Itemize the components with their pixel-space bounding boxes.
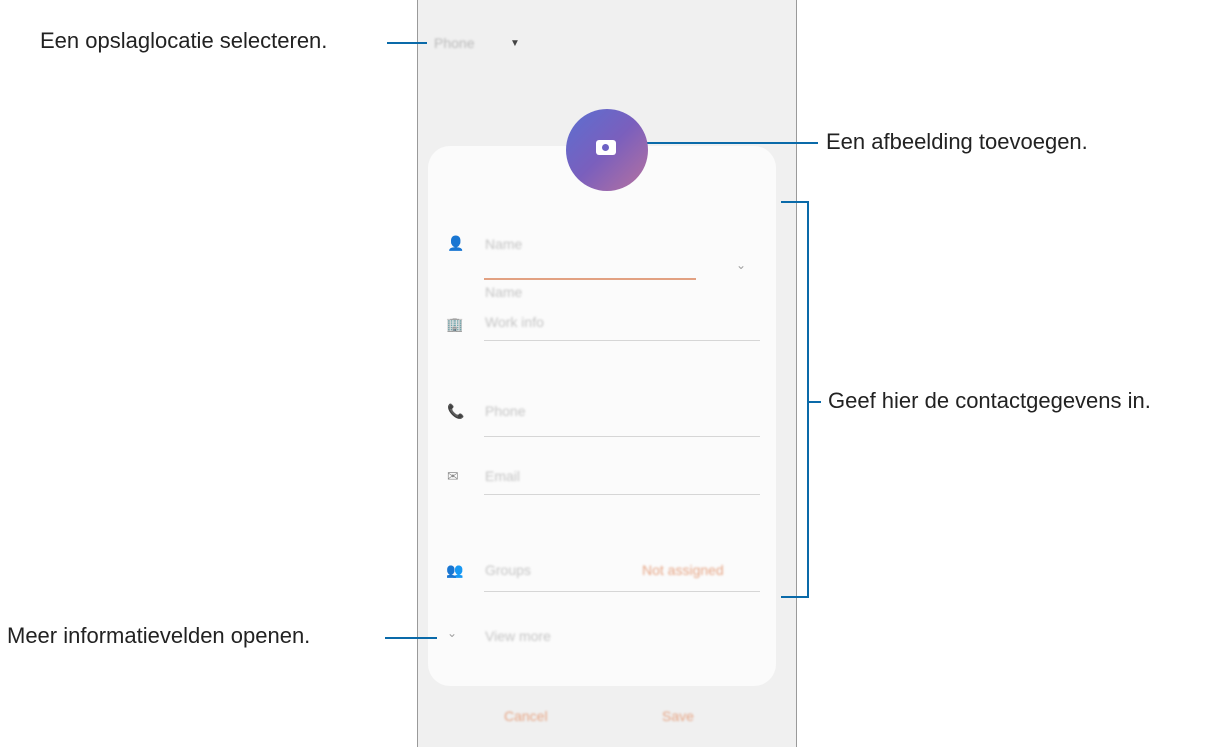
contact-form-card bbox=[428, 146, 776, 686]
phone-underline bbox=[484, 436, 760, 437]
camera-icon bbox=[596, 140, 616, 155]
name-section-label: Name bbox=[485, 236, 523, 252]
chevron-down-icon[interactable]: ▼ bbox=[510, 38, 520, 49]
storage-location-dropdown[interactable]: Phone bbox=[434, 35, 474, 51]
work-info-underline bbox=[484, 340, 760, 341]
callout-line-image bbox=[645, 142, 818, 144]
expand-name-chevron-icon[interactable]: ⌄ bbox=[736, 258, 746, 272]
add-image-button[interactable] bbox=[566, 109, 648, 191]
email-icon: ✉ bbox=[447, 468, 459, 484]
email-underline bbox=[484, 494, 760, 495]
view-more-button[interactable]: View more bbox=[485, 628, 551, 644]
annotation-contact: Geef hier de contactgegevens in. bbox=[828, 388, 1151, 413]
callout-line-storage bbox=[387, 42, 427, 44]
callout-bracket-top bbox=[781, 201, 809, 203]
save-button[interactable]: Save bbox=[662, 708, 694, 724]
phone-screen: Phone ▼ 👤 Name Name ⌄ 🏢 Work info 📞 Phon… bbox=[417, 0, 797, 747]
annotation-more: Meer informatievelden openen. bbox=[7, 623, 311, 648]
groups-label: Groups bbox=[485, 562, 531, 578]
work-info-input[interactable]: Work info bbox=[485, 314, 544, 330]
phone-input[interactable]: Phone bbox=[485, 403, 525, 419]
groups-value[interactable]: Not assigned bbox=[642, 562, 724, 578]
cancel-button[interactable]: Cancel bbox=[504, 708, 548, 724]
callout-bracket-contact bbox=[807, 201, 809, 598]
phone-icon: 📞 bbox=[447, 403, 465, 419]
person-icon: 👤 bbox=[447, 235, 465, 251]
callout-bracket-bottom bbox=[781, 596, 809, 598]
callout-line-contact bbox=[807, 401, 821, 403]
annotation-storage: Een opslaglocatie selecteren. bbox=[40, 28, 328, 53]
name-input[interactable]: Name bbox=[485, 284, 522, 300]
email-input[interactable]: Email bbox=[485, 468, 520, 484]
annotation-image: Een afbeelding toevoegen. bbox=[826, 129, 1088, 154]
groups-icon: 👥 bbox=[446, 562, 464, 578]
groups-underline bbox=[484, 591, 760, 592]
callout-line-more bbox=[385, 637, 437, 639]
view-more-chevron-icon[interactable]: ⌄ bbox=[447, 626, 457, 640]
name-input-underline bbox=[484, 278, 696, 280]
work-icon: 🏢 bbox=[446, 316, 464, 332]
storage-location-label: Phone bbox=[434, 35, 475, 51]
